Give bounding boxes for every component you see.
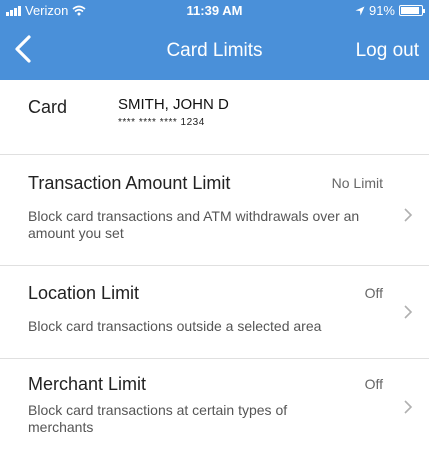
battery-icon — [399, 5, 425, 16]
nav-bar: Card Limits Log out — [0, 20, 429, 80]
card-number: **** **** **** 1234 — [118, 117, 205, 128]
limit-description: Block card transactions at certain types… — [28, 402, 288, 435]
card-info: Card SMITH, JOHN D **** **** **** 1234 — [0, 80, 429, 155]
merchant-limit-row[interactable]: Merchant Limit Off Block card transactio… — [0, 359, 429, 450]
limit-title: Location Limit — [28, 283, 140, 303]
limit-description: Block card transactions outside a select… — [28, 318, 322, 334]
limit-title: Transaction Amount Limit — [28, 173, 231, 193]
limit-status: Off — [364, 285, 383, 301]
transaction-amount-limit-row[interactable]: Transaction Amount Limit No Limit Block … — [0, 155, 429, 265]
location-arrow-icon — [355, 6, 365, 15]
battery-info: 91% — [355, 3, 425, 18]
chevron-right-icon — [404, 208, 413, 222]
logout-button[interactable]: Log out — [356, 40, 419, 62]
chevron-right-icon — [404, 305, 413, 319]
limit-description: Block card transactions and ATM withdraw… — [28, 208, 360, 241]
chevron-right-icon — [404, 400, 413, 414]
location-limit-row[interactable]: Location Limit Off Block card transactio… — [0, 266, 429, 358]
limit-status: No Limit — [331, 175, 383, 191]
battery-percent: 91% — [368, 3, 395, 18]
limit-status: Off — [364, 376, 383, 392]
battery-fill — [401, 7, 420, 14]
status-bar: Verizon 11:39 AM 91% — [0, 0, 429, 20]
cardholder-name: SMITH, JOHN D — [118, 96, 229, 113]
card-label: Card — [28, 97, 68, 117]
limit-title: Merchant Limit — [28, 374, 147, 394]
